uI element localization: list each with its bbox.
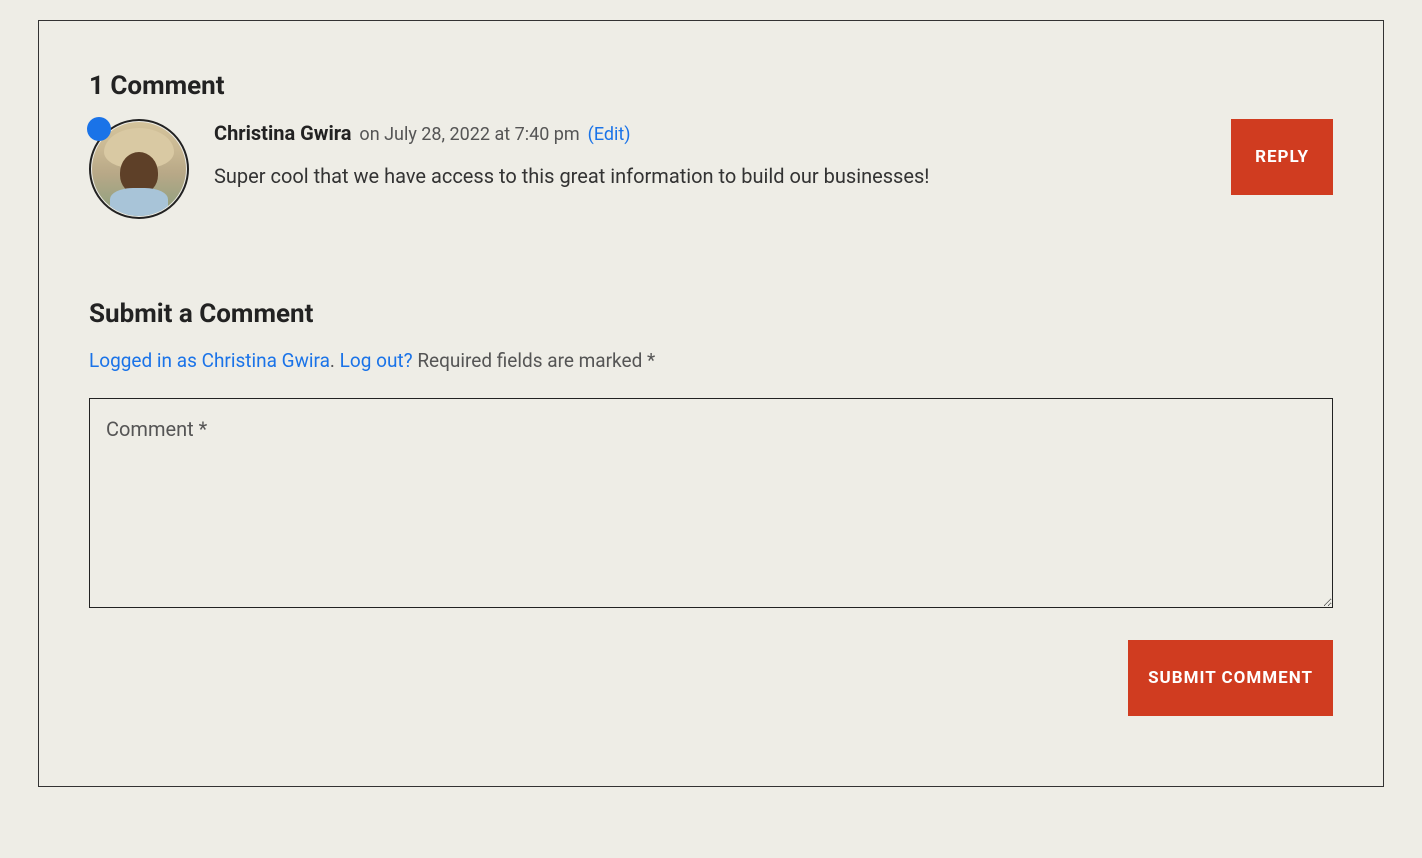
edit-link[interactable]: (Edit) (588, 124, 631, 145)
logged-in-user-link[interactable]: Logged in as Christina Gwira (89, 349, 330, 372)
avatar-badge-icon (87, 117, 111, 141)
comment-textarea[interactable] (89, 398, 1333, 608)
comment-body: Christina Gwira on July 28, 2022 at 7:40… (214, 119, 1333, 191)
logout-link[interactable]: Log out? (340, 349, 413, 372)
avatar-wrapper (89, 119, 189, 219)
comments-heading: 1 Comment (89, 71, 1333, 101)
comment-author: Christina Gwira (214, 121, 351, 145)
login-info: Logged in as Christina Gwira. Log out? R… (89, 347, 1333, 376)
reply-button[interactable]: REPLY (1231, 119, 1333, 195)
submit-row: SUBMIT COMMENT (89, 640, 1333, 716)
comment-date: on July 28, 2022 at 7:40 pm (359, 124, 579, 145)
comment-text: Super cool that we have access to this g… (214, 161, 1223, 191)
submit-comment-heading: Submit a Comment (89, 299, 1333, 329)
submit-comment-button[interactable]: SUBMIT COMMENT (1128, 640, 1333, 716)
required-note: Required fields are marked * (413, 349, 656, 372)
comment-meta: Christina Gwira on July 28, 2022 at 7:40… (214, 119, 1223, 147)
comment-item: Christina Gwira on July 28, 2022 at 7:40… (89, 119, 1333, 219)
comments-section: 1 Comment Christina Gwira on July 28, 20… (38, 20, 1384, 787)
